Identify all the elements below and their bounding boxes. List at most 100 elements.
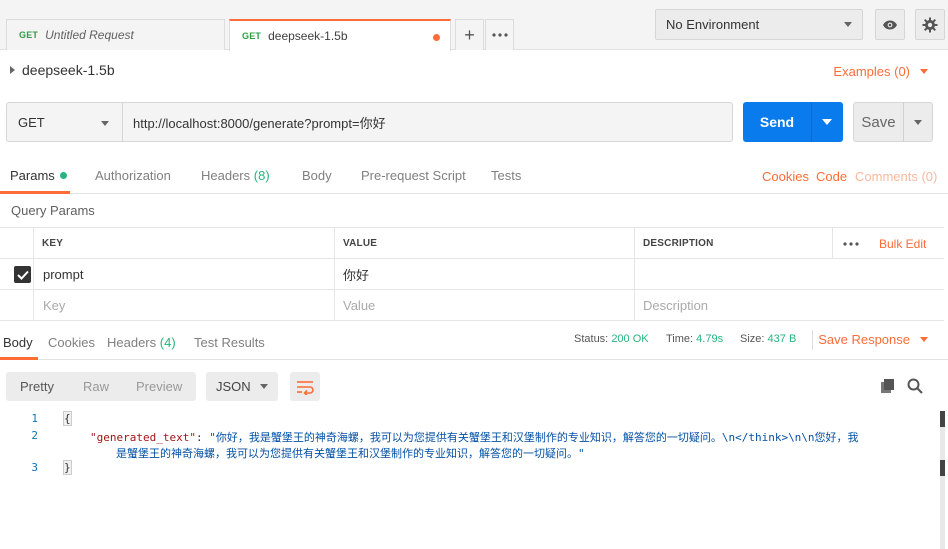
environment-quick-look-button[interactable] (875, 9, 905, 40)
new-param-key-input[interactable]: Key (33, 290, 334, 321)
scrollbar-marker (940, 460, 945, 476)
url-input[interactable]: http://localhost:8000/generate?prompt=你好 (122, 102, 733, 142)
request-title[interactable]: deepseek-1.5b (10, 62, 115, 78)
tab-method-label: GET (242, 31, 262, 41)
new-param-value-input[interactable]: Value (334, 290, 634, 321)
response-time[interactable]: Time: 4.79s (666, 333, 723, 345)
tab-headers-label: Headers (201, 168, 251, 183)
language-select[interactable]: JSON (206, 372, 278, 401)
vertical-scrollbar[interactable] (940, 411, 945, 549)
param-key-input[interactable]: prompt (33, 259, 334, 290)
line-number: 3 (31, 461, 38, 474)
tab-headers[interactable]: Headers (8) (201, 168, 270, 183)
more-dots-icon (491, 33, 508, 37)
send-divider (811, 102, 812, 142)
chevron-down-icon (844, 22, 852, 27)
line-number: 2 (31, 429, 38, 442)
table-row: prompt 你好 (0, 259, 944, 290)
key-column-header: KEY (33, 228, 334, 259)
request-tab-bar: GET Untitled Request GET deepseek-1.5b +… (0, 0, 948, 51)
active-tab-underline (0, 191, 70, 194)
new-param-description-input[interactable]: Description (634, 290, 944, 321)
save-button[interactable]: Save (853, 102, 933, 142)
chevron-down-icon (920, 69, 928, 74)
param-value-input[interactable]: 你好 (334, 259, 634, 290)
json-string-value: "你好，我是蟹堡王的神奇海螺，我可以为您提供有关蟹堡王和汉堡制作的专业知识，解答… (209, 431, 859, 444)
time-label: Time: (666, 333, 694, 345)
tab-response-body[interactable]: Body (3, 335, 33, 350)
save-options-chevron-icon[interactable] (914, 119, 922, 125)
status-value: 200 OK (611, 333, 649, 345)
send-button[interactable]: Send (743, 102, 843, 142)
comments-link[interactable]: Comments (0) (855, 169, 937, 184)
tab-response-headers[interactable]: Headers (4) (107, 335, 176, 350)
raw-button[interactable]: Raw (83, 379, 109, 394)
response-size[interactable]: Size: 437 B (740, 333, 796, 345)
request-tabs: Params Authorization Headers (8) Body Pr… (0, 157, 948, 194)
active-tab-underline (0, 357, 38, 360)
response-tabs: Body Cookies Headers (4) Test Results St… (0, 320, 948, 360)
preview-button[interactable]: Preview (136, 379, 182, 394)
description-column-header: DESCRIPTION (634, 228, 834, 259)
examples-dropdown[interactable]: Examples (0) (833, 64, 928, 79)
tab-options-button[interactable] (485, 19, 514, 50)
tab-name: deepseek-1.5b (268, 29, 348, 43)
chevron-down-icon (920, 337, 928, 342)
http-method-select[interactable]: GET (6, 102, 122, 142)
unsaved-changes-indicator (433, 34, 440, 41)
code-link[interactable]: Code (816, 169, 847, 184)
new-tab-button[interactable]: + (455, 19, 484, 50)
tab-tests[interactable]: Tests (491, 168, 521, 183)
more-dots-icon (842, 241, 859, 246)
send-options-chevron-icon[interactable] (822, 119, 832, 125)
query-params-table: KEY VALUE DESCRIPTION Bulk Edit prompt 你… (0, 227, 944, 321)
table-row-empty: Key Value Description (0, 290, 944, 321)
bulk-edit-link[interactable]: Bulk Edit (870, 228, 944, 259)
chevron-down-icon (260, 384, 268, 389)
cookies-link[interactable]: Cookies (762, 169, 809, 184)
url-value: http://localhost:8000/generate?prompt=你好 (133, 115, 386, 131)
examples-label: Examples (0) (833, 64, 910, 79)
save-response-label: Save Response (818, 332, 910, 347)
save-label: Save (861, 113, 896, 131)
response-body-viewer[interactable]: 1 2 3 { "generated_text": "你好，我是蟹堡王的神奇海螺… (0, 408, 948, 549)
query-params-heading: Query Params (11, 203, 95, 218)
wrap-lines-icon (297, 380, 314, 395)
manage-environments-button[interactable] (915, 9, 945, 40)
response-status[interactable]: Status: 200 OK (574, 333, 649, 345)
json-key: "generated_text" (90, 431, 196, 444)
search-button[interactable] (907, 378, 923, 397)
http-method-value: GET (18, 114, 45, 130)
plus-icon: + (464, 24, 475, 45)
column-options-button[interactable] (832, 228, 868, 259)
time-value: 4.79s (696, 333, 724, 345)
wrap-lines-button[interactable] (290, 372, 320, 401)
tab-params[interactable]: Params (10, 168, 67, 183)
gear-icon (922, 17, 938, 32)
param-enabled-checkbox[interactable] (14, 266, 31, 283)
save-divider (903, 103, 904, 141)
environment-select[interactable]: No Environment (655, 9, 863, 40)
language-value: JSON (216, 379, 251, 394)
line-number: 1 (31, 412, 38, 425)
expand-triangle-icon (10, 66, 15, 74)
save-response-button[interactable]: Save Response (818, 332, 928, 347)
size-label: Size: (740, 333, 765, 345)
tab-pre-request-script[interactable]: Pre-request Script (361, 168, 466, 183)
tab-untitled-request[interactable]: GET Untitled Request (6, 19, 225, 50)
tab-authorization[interactable]: Authorization (95, 168, 171, 183)
tab-response-cookies[interactable]: Cookies (48, 335, 95, 350)
request-name: deepseek-1.5b (22, 62, 115, 78)
view-mode-toggle: Pretty Raw Preview (6, 372, 196, 401)
json-line: "generated_text": "你好，我是蟹堡王的神奇海螺，我可以为您提供… (90, 429, 859, 445)
headers-count: (8) (253, 168, 270, 183)
response-headers-count: (4) (159, 335, 176, 350)
tab-name: Untitled Request (45, 28, 134, 42)
status-label: Status: (574, 333, 609, 345)
param-description-input[interactable] (634, 259, 944, 290)
tab-deepseek-1-5b[interactable]: GET deepseek-1.5b (229, 19, 451, 51)
copy-button[interactable] (880, 378, 896, 397)
pretty-button[interactable]: Pretty (20, 379, 54, 394)
tab-body[interactable]: Body (302, 168, 332, 183)
tab-test-results[interactable]: Test Results (194, 335, 265, 350)
